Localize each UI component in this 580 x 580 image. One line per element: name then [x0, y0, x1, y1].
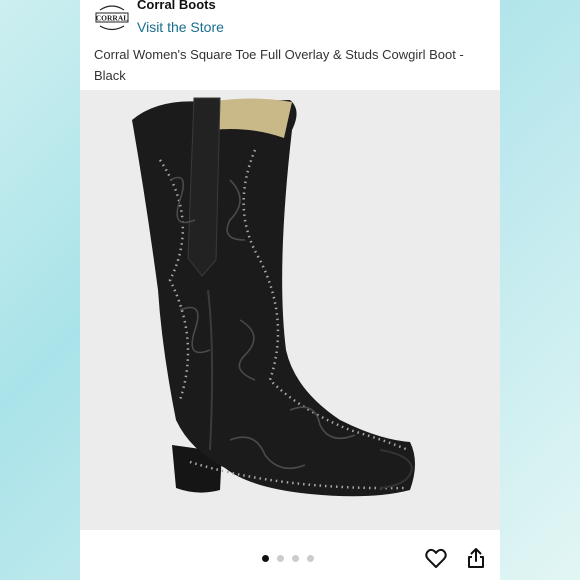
- heart-icon[interactable]: [424, 546, 448, 570]
- share-icon[interactable]: [464, 546, 488, 570]
- pagination-dot[interactable]: [307, 555, 314, 562]
- pagination-dot[interactable]: [292, 555, 299, 562]
- gallery-controls: [80, 535, 500, 580]
- visit-store-link[interactable]: Visit the Store: [137, 19, 224, 35]
- pagination-dots: [262, 555, 314, 562]
- store-logo[interactable]: CORRAL: [94, 2, 130, 34]
- product-title: Corral Women's Square Toe Full Overlay &…: [94, 47, 464, 83]
- boot-image: [132, 97, 415, 497]
- svg-text:CORRAL: CORRAL: [96, 14, 129, 23]
- pagination-dot[interactable]: [262, 555, 269, 562]
- product-card: CORRAL Corral Boots Visit the Store Corr…: [80, 0, 500, 580]
- store-name: Corral Boots: [137, 0, 216, 12]
- store-header: CORRAL Corral Boots Visit the Store: [94, 0, 494, 44]
- product-image[interactable]: [80, 90, 500, 530]
- pagination-dot[interactable]: [277, 555, 284, 562]
